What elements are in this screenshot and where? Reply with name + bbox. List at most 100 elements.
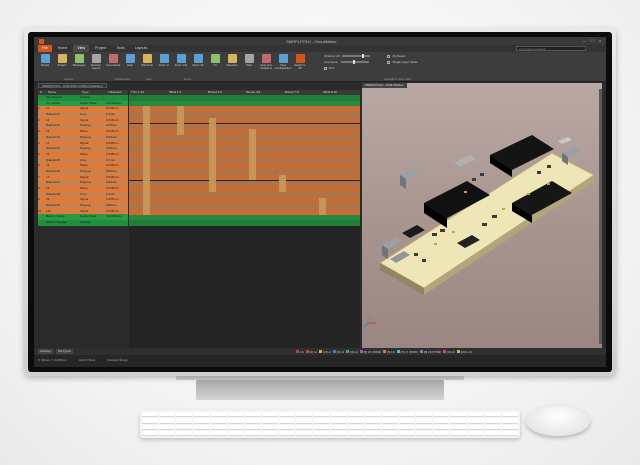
ribbon-button-shortcuts[interactable]: Shortcuts: [140, 54, 154, 79]
keyboard-key: [279, 418, 296, 424]
keyboard-key: [433, 430, 450, 436]
single-layer-checkbox[interactable]: [387, 60, 391, 64]
messages-icon: [74, 54, 84, 63]
keyboard-key: [347, 418, 364, 424]
tab-file[interactable]: File: [38, 45, 52, 52]
obstruct-slider[interactable]: [342, 54, 371, 58]
keyboard-key: [296, 430, 313, 436]
layer-tab[interactable]: [1] L1: [305, 350, 317, 354]
single-layer-row[interactable]: Single Layer Mode: [387, 60, 417, 64]
layer-color-swatch: [359, 350, 363, 353]
window-title: SMRPLPOHJ - CircuitMaker: [286, 38, 337, 44]
layer-color-swatch: [443, 350, 447, 353]
layer-color-swatch: [396, 350, 400, 353]
tab-project[interactable]: Project: [91, 45, 110, 52]
layer-tab[interactable]: [2] L2: [319, 350, 331, 354]
layer-color-swatch: [456, 350, 460, 353]
keyboard-key: [159, 424, 176, 430]
selection-icon: [227, 54, 237, 63]
mouse: [526, 406, 590, 436]
keyboard-key: [501, 418, 518, 424]
keyboard: [140, 410, 520, 438]
group-label-system: System: [64, 77, 74, 81]
ribbon-button-label: Nets and Violations: [259, 63, 273, 70]
minimize-icon[interactable]: –: [581, 38, 587, 44]
keyboard-key: [193, 424, 210, 430]
ribbon-button-project[interactable]: Project: [55, 54, 69, 79]
layer-tab[interactable]: [8] L8 (PWR): [419, 350, 441, 354]
dim-checkbox-row[interactable]: Dim: [324, 66, 370, 70]
ribbon-button-label: Switch to 2D: [294, 63, 306, 70]
keyboard-key: [159, 430, 176, 436]
keyboard-key: [227, 418, 244, 424]
keyboard-key: [227, 430, 244, 436]
ribbon-button-label: Zoom Out: [174, 63, 188, 67]
ribbon-button-selection[interactable]: Selection: [225, 54, 239, 79]
layer-tab[interactable]: [5] L5 (PWR): [359, 350, 381, 354]
doc-tab-stackup[interactable]: SMRPLPOHJ - PCB-DSP1.PcbDoc [Stackup]: [38, 83, 107, 88]
ribbon-button-commands[interactable]: Commands: [106, 54, 120, 79]
fly-board-row[interactable]: Fly Board: [387, 54, 417, 58]
tab-tools[interactable]: Tools: [112, 45, 128, 52]
tab-view[interactable]: View: [73, 45, 90, 52]
title-bar: SMRPLPOHJ - CircuitMaker – □ ×: [34, 37, 606, 45]
pcb-3d-view[interactable]: SMRPLPOHJ - PCB.PcbDoc: [362, 83, 602, 348]
stackup-button[interactable]: Stackup: [38, 349, 53, 354]
keyboard-key: [227, 412, 244, 418]
layer-color-swatch: [319, 350, 323, 353]
layer-tab[interactable]: [9] L9: [443, 350, 455, 354]
layer-tab[interactable]: [10] L10: [456, 350, 472, 354]
ribbon-button-filter[interactable]: Filter: [242, 54, 256, 79]
keyboard-key: [142, 412, 159, 418]
ribbon-button-zoom-out[interactable]: Zoom Out: [174, 54, 188, 79]
ribbon-button-nets[interactable]: Nets and Violations: [259, 54, 273, 79]
ribbon-button-label: Panels: [40, 63, 50, 67]
ribbon-button-panels[interactable]: Panels: [38, 54, 52, 79]
layer-tab[interactable]: [4] L4: [346, 350, 358, 354]
ribbon-button-layout[interactable]: Restore Layout: [89, 54, 103, 79]
dim-checkbox[interactable]: [324, 66, 327, 70]
tab-home[interactable]: Home: [54, 45, 72, 52]
layer-tab[interactable]: [6] L6: [383, 350, 395, 354]
layer-tab[interactable]: LS: [295, 350, 304, 354]
live-issue-slider[interactable]: [340, 60, 369, 64]
ribbon-button-zoom-in[interactable]: Zoom In: [157, 54, 171, 79]
ribbon-button-help[interactable]: Help: [123, 54, 137, 79]
cursor-coords: X: 39mm Y: 22.55mm: [38, 358, 67, 362]
search-input[interactable]: Type here to search: [516, 46, 586, 51]
nets-icon: [261, 54, 271, 63]
ribbon-button-view-config[interactable]: View Configuration: [275, 54, 291, 79]
ribbon-button-fit[interactable]: Fit: [208, 54, 222, 79]
ribbon-button-zoom-all[interactable]: Zoom All: [191, 54, 205, 79]
zoom-out-icon: [176, 54, 186, 63]
keyboard-key: [347, 412, 364, 418]
layer-color-swatch: [295, 350, 299, 353]
via-types-button[interactable]: Via Types: [55, 349, 73, 354]
fly-board-checkbox[interactable]: [387, 54, 391, 58]
keyboard-key: [244, 430, 261, 436]
close-icon[interactable]: ×: [597, 38, 603, 44]
keyboard-key: [261, 430, 279, 436]
zoom-in-icon: [159, 54, 169, 63]
ribbon-button-label: Help: [127, 63, 133, 67]
keyboard-key: [142, 430, 159, 436]
tab-layouts[interactable]: Layouts: [131, 45, 152, 52]
layer-tab[interactable]: [7] L7 (PWR): [396, 350, 418, 354]
obstruct-slider-row: Obstruct off: [324, 54, 371, 58]
via-barrel: [177, 106, 184, 135]
view-scrollbar[interactable]: [599, 89, 602, 344]
keyboard-key: [416, 412, 433, 418]
ribbon-button-switch-2d[interactable]: Switch to 2D: [293, 54, 307, 79]
dim-label: Dim: [329, 66, 335, 70]
footer-bar: X: 39mm Y: 22.55mm Grid: 0.5mm (Hotspot …: [34, 355, 606, 367]
layer-tab[interactable]: [3] L3: [332, 350, 344, 354]
keyboard-key: [433, 424, 450, 430]
stack-row[interactable]: Bottom Overlay Overlay: [38, 220, 128, 226]
maximize-icon[interactable]: □: [589, 38, 595, 44]
keyboard-key: [347, 430, 364, 436]
ribbon-button-messages[interactable]: Messages: [72, 54, 86, 79]
fly-board-label: Fly Board: [392, 54, 406, 58]
keyboard-key: [347, 424, 364, 430]
switch-2d-icon: [295, 54, 305, 63]
keyboard-key: [450, 430, 467, 436]
